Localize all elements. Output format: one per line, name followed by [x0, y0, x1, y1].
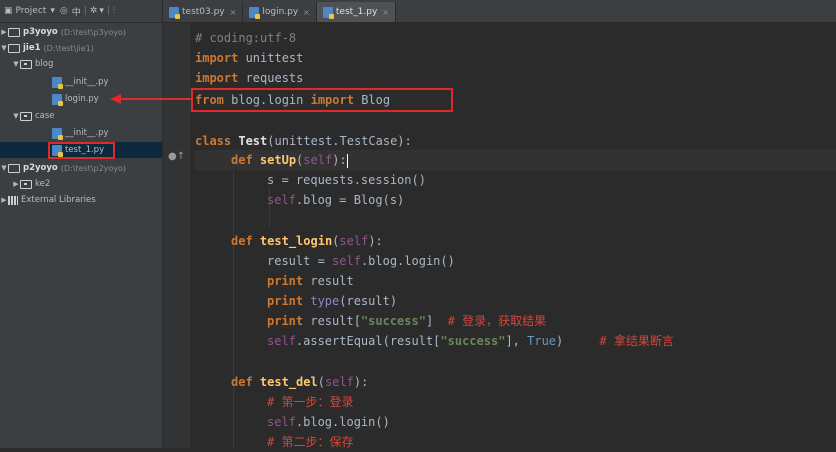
code-line-20[interactable]: self.blog.login(): [195, 412, 390, 432]
annotation-box-test-file: [48, 142, 115, 159]
tree-item-p2yoyo[interactable]: ▼ p2yoyo (D:\test\p2yoyo): [0, 160, 162, 176]
code-line-7-current[interactable]: def setUp(self):: [195, 150, 836, 170]
package-folder-icon: [20, 179, 32, 189]
dropdown-icon[interactable]: ▾: [99, 6, 104, 16]
annotation-box-import-line: [191, 88, 453, 112]
ide-window: ▣ Project ▾ ◎ 中 | ✲ ▾ | ⫶ ▶ p3yoyo (D:\t…: [0, 0, 836, 449]
code-line-13[interactable]: print result: [195, 271, 354, 291]
code-line-8[interactable]: s = requests.session(): [195, 170, 426, 190]
tree-item-case-init[interactable]: __init__.py: [0, 125, 162, 141]
code-line-21[interactable]: # 第二步：保存: [195, 432, 353, 452]
annotation-arrow-icon: [110, 94, 191, 104]
expand-arrow-icon[interactable]: ▶: [12, 180, 20, 188]
tree-item-p3yoyo[interactable]: ▶ p3yoyo (D:\test\p3yoyo): [0, 24, 162, 40]
python-file-icon: [322, 6, 334, 19]
code-line-15[interactable]: print result["success"] # 登录，获取结果: [195, 311, 546, 331]
collapse-arrow-icon[interactable]: ▼: [0, 164, 8, 172]
close-icon[interactable]: ×: [230, 8, 237, 17]
tab-test-1-py[interactable]: test_1.py ×: [316, 2, 396, 22]
tree-item-external-libraries[interactable]: ▶ External Libraries: [0, 192, 162, 208]
collapse-arrow-icon[interactable]: ▼: [12, 112, 20, 120]
tree-item-blog[interactable]: ▼ blog: [0, 56, 162, 72]
code-line-18[interactable]: def test_del(self):: [195, 372, 368, 392]
tree-item-case[interactable]: ▼ case: [0, 108, 162, 124]
code-line-14[interactable]: print type(result): [195, 291, 397, 311]
code-editor[interactable]: ●↑ # coding:utf-8 import unittest import…: [163, 23, 836, 449]
code-line-2[interactable]: import unittest: [195, 48, 303, 68]
dropdown-icon[interactable]: ▾: [50, 6, 55, 16]
code-line-11[interactable]: def test_login(self):: [195, 231, 383, 251]
expand-arrow-icon[interactable]: ▶: [0, 196, 8, 204]
python-file-icon: [52, 76, 63, 89]
code-area[interactable]: # coding:utf-8 import unittest import re…: [195, 23, 836, 449]
gear-icon[interactable]: ✲: [90, 6, 98, 16]
split-icon[interactable]: 中: [72, 5, 81, 18]
close-icon[interactable]: ×: [382, 8, 389, 17]
tab-login-py[interactable]: login.py ×: [243, 2, 317, 22]
editor-gutter[interactable]: ●↑: [163, 23, 190, 448]
folder-icon: [8, 163, 20, 173]
package-folder-icon: [20, 111, 32, 121]
code-line-1[interactable]: # coding:utf-8: [195, 28, 296, 48]
code-line-19[interactable]: # 第一步：登录: [195, 392, 353, 412]
text-caret: [346, 153, 348, 168]
python-file-icon: [52, 127, 63, 140]
folder-icon: [8, 27, 20, 37]
tab-test03-py[interactable]: test03.py ×: [163, 2, 244, 22]
python-file-icon: [249, 6, 261, 19]
library-icon: [8, 195, 18, 205]
tree-item-blog-init[interactable]: __init__.py: [0, 74, 162, 90]
target-icon[interactable]: ◎: [60, 6, 68, 16]
collapse-icon[interactable]: ⫶: [113, 6, 115, 16]
code-line-6[interactable]: class Test(unittest.TestCase):: [195, 131, 412, 151]
folder-icon: [8, 43, 20, 53]
code-line-3[interactable]: import requests: [195, 68, 303, 88]
code-line-16[interactable]: self.assertEqual(result["success"], True…: [195, 331, 674, 351]
project-panel: ▣ Project ▾ ◎ 中 | ✲ ▾ | ⫶ ▶ p3yoyo (D:\t…: [0, 0, 163, 448]
editor-tab-bar: test03.py × login.py × test_1.py ×: [163, 0, 836, 23]
collapse-arrow-icon[interactable]: ▼: [12, 60, 20, 68]
project-view-title[interactable]: Project: [16, 6, 47, 16]
python-file-icon: [52, 93, 63, 106]
python-file-icon: [169, 6, 180, 19]
package-folder-icon: [20, 59, 32, 69]
expand-arrow-icon[interactable]: ▶: [0, 28, 8, 36]
tree-item-ke2[interactable]: ▶ ke2: [0, 176, 162, 192]
code-line-12[interactable]: result = self.blog.login(): [195, 251, 455, 271]
tree-item-jie1[interactable]: ▼ jie1 (D:\test\jie1): [0, 40, 162, 56]
override-marker-icon[interactable]: ●↑: [168, 151, 185, 162]
project-view-icon[interactable]: ▣: [4, 6, 13, 16]
code-line-9[interactable]: self.blog = Blog(s): [195, 190, 404, 210]
close-icon[interactable]: ×: [303, 8, 310, 17]
project-toolbar: ▣ Project ▾ ◎ 中 | ✲ ▾ | ⫶: [0, 0, 162, 23]
collapse-arrow-icon[interactable]: ▼: [0, 44, 8, 52]
